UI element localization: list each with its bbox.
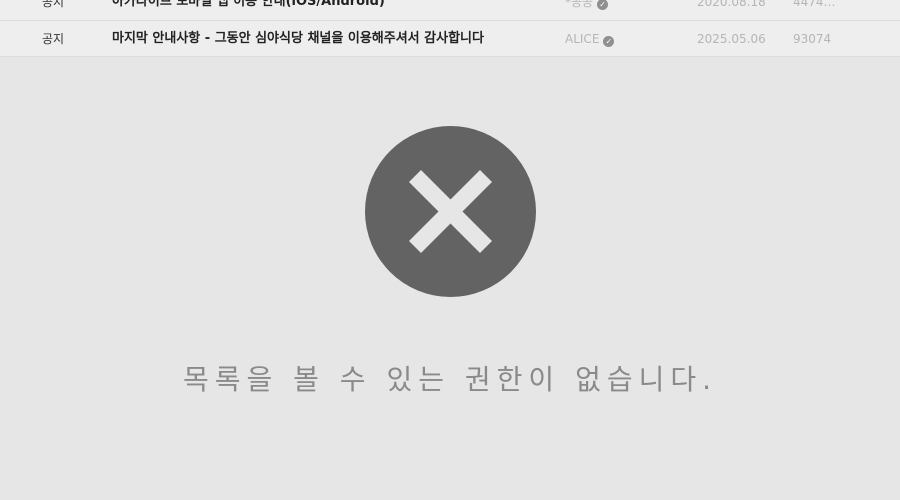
notice-row[interactable]: 공지 마지막 안내사항 - 그동안 심야식당 채널을 이용해주셔서 감사합니다 …	[0, 21, 900, 57]
notice-category: 공지	[42, 0, 65, 9]
notice-views: 93074	[793, 32, 832, 46]
notice-title[interactable]: 마지막 안내사항 - 그동안 심야식당 채널을 이용해주셔서 감사합니다	[112, 31, 484, 47]
notice-list: 공지 아카라이브 모바일 앱 이용 안내(iOS/Android) *공공 ✓ 2…	[0, 0, 900, 57]
notice-views: 4474…	[793, 0, 836, 9]
notice-author: *공공 ✓	[565, 0, 609, 10]
notice-date: 2025.05.06	[697, 32, 766, 46]
verified-check-icon: ✓	[597, 0, 609, 10]
notice-category: 공지	[42, 32, 65, 46]
notice-author: ALICE ✓	[565, 31, 615, 47]
error-panel	[0, 126, 900, 301]
notice-row[interactable]: 공지 아카라이브 모바일 앱 이용 안내(iOS/Android) *공공 ✓ 2…	[0, 0, 900, 21]
verified-check-icon: ✓	[603, 36, 615, 47]
notice-date: 2020.08.18	[697, 0, 766, 9]
author-name: ALICE	[565, 32, 600, 46]
page: 공지 아카라이브 모바일 앱 이용 안내(iOS/Android) *공공 ✓ 2…	[0, 0, 900, 500]
close-circle-icon	[364, 126, 536, 297]
no-permission-message: 목록을 볼 수 있는 권한이 없습니다.	[182, 363, 718, 396]
notice-title[interactable]: 아카라이브 모바일 앱 이용 안내(iOS/Android)	[112, 0, 385, 10]
author-name: *공공	[565, 0, 594, 9]
